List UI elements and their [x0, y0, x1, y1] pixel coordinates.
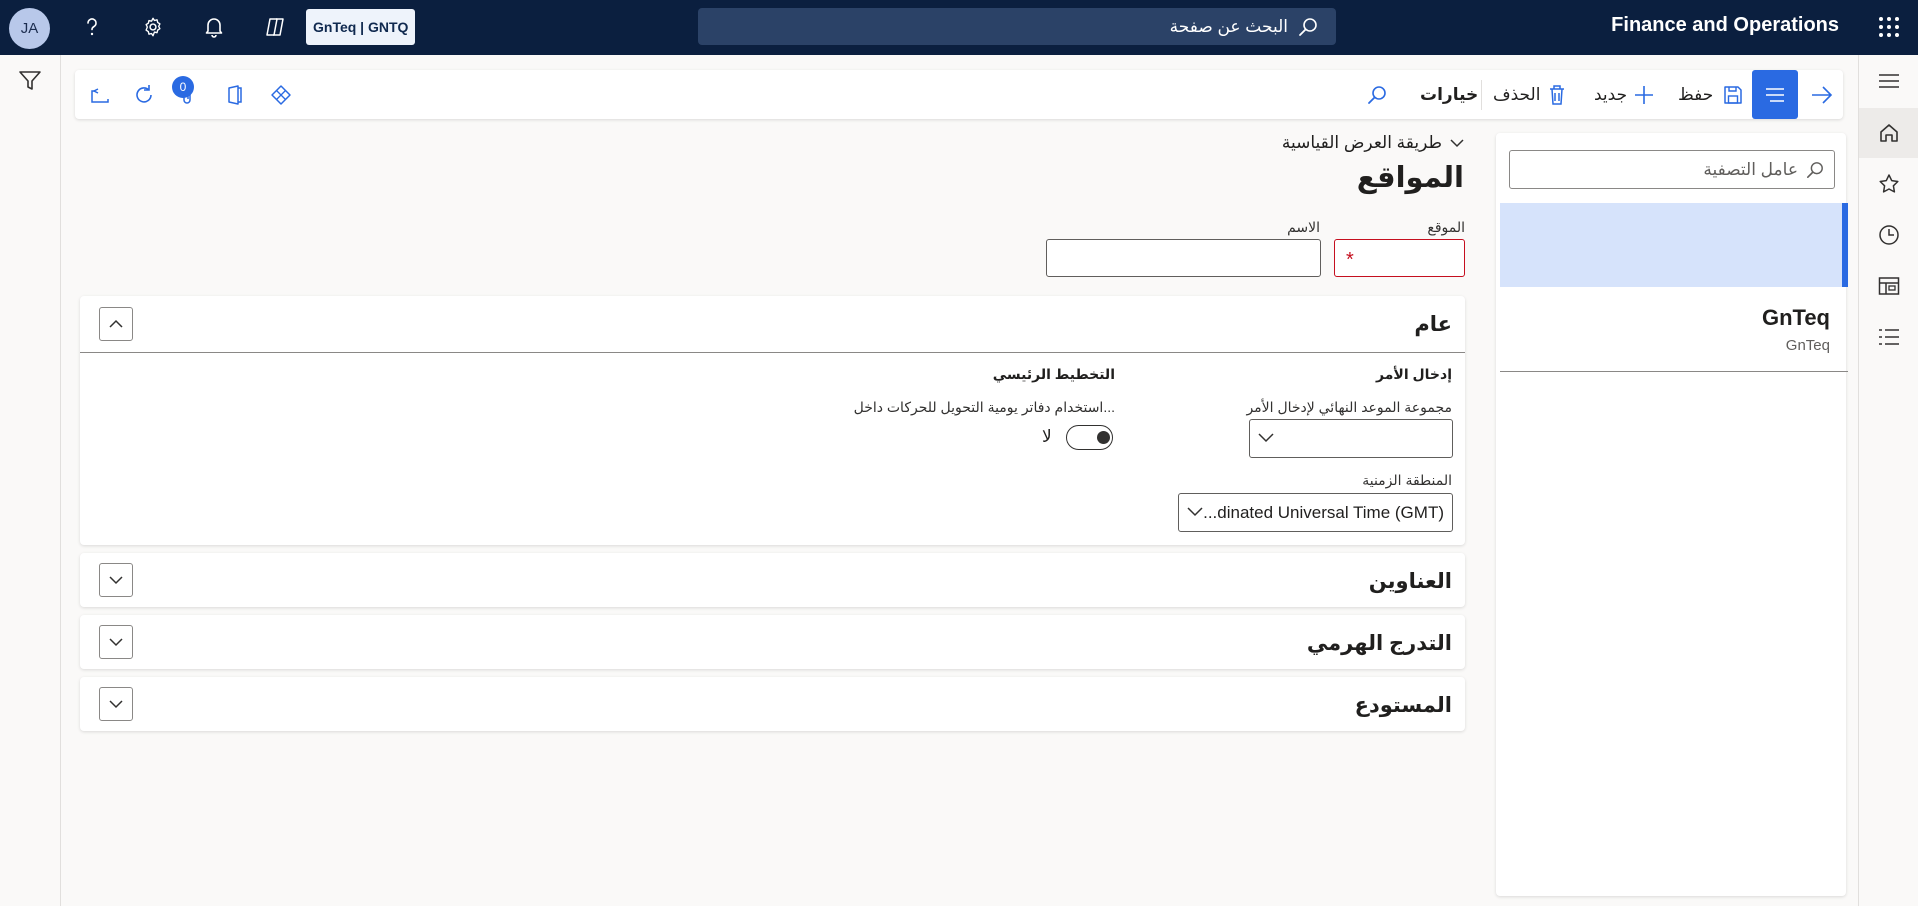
chevron-down-icon: [1187, 507, 1203, 517]
search-icon: [1806, 161, 1823, 178]
expand-warehouse-button[interactable]: [99, 687, 133, 721]
master-planning-heading: التخطيط الرئيسي: [992, 366, 1115, 382]
hierarchy-section-title[interactable]: التدرج الهرمي: [1307, 631, 1452, 656]
top-navigation-bar: JA GnTeq | GNTQ البحث عن صفحة Finance an…: [0, 0, 1918, 55]
list-item-primary: GnTeq: [1761, 305, 1830, 330]
bell-icon[interactable]: [201, 14, 227, 40]
deadline-group-select[interactable]: [1249, 419, 1453, 458]
name-input[interactable]: [1046, 239, 1321, 277]
list-item-secondary: GnTeq: [1785, 337, 1830, 354]
transfer-journals-label: استخدام دفاتر يومية التحويل للحركات داخل…: [853, 399, 1115, 415]
chevron-down-icon: [1450, 139, 1464, 148]
list-item[interactable]: GnTeq GnTeq: [1500, 289, 1848, 372]
chevron-down-icon: [109, 700, 123, 709]
addresses-section-title[interactable]: العناوين: [1369, 569, 1452, 594]
delete-label: الحذف: [1493, 84, 1541, 104]
attachments-count-badge: 0: [172, 76, 194, 98]
site-input[interactable]: *: [1334, 239, 1465, 277]
warehouse-section: المستودع: [80, 677, 1465, 731]
search-icon[interactable]: [1367, 70, 1387, 119]
new-button[interactable]: جديد: [1594, 70, 1655, 119]
order-entry-heading: إدخال الأمر: [1376, 366, 1452, 382]
home-icon[interactable]: [1859, 108, 1918, 158]
chevron-up-icon: [109, 319, 123, 328]
action-separator: [1481, 80, 1482, 110]
plus-icon: [1635, 85, 1654, 104]
record-list-panel: عامل التصفية GnTeq GnTeq: [1496, 133, 1848, 896]
addresses-section: العناوين: [80, 553, 1465, 607]
deadline-group-label: مجموعة الموعد النهائي لإدخال الأمر: [1246, 399, 1452, 415]
save-icon: [1724, 85, 1742, 104]
view-name: طريقة العرض القياسية: [1281, 133, 1442, 152]
name-field-label: الاسم: [1287, 219, 1320, 235]
copilot-icon[interactable]: [262, 14, 288, 40]
search-placeholder: البحث عن صفحة: [1169, 16, 1288, 36]
left-filter-strip: [0, 55, 61, 906]
action-pane: 0 خيارات الحذف جديد حفظ: [75, 70, 1843, 119]
save-label: حفظ: [1678, 84, 1714, 104]
list-icon[interactable]: [1877, 325, 1901, 349]
filter-icon[interactable]: [18, 70, 42, 95]
help-icon[interactable]: [79, 14, 105, 40]
site-field-label: الموقع: [1427, 219, 1465, 235]
delete-button[interactable]: الحذف: [1493, 70, 1566, 119]
back-arrow-icon[interactable]: [1810, 70, 1834, 119]
section-divider: [80, 352, 1465, 353]
general-section-title[interactable]: عام: [1414, 312, 1452, 337]
expand-hierarchy-button[interactable]: [99, 625, 133, 659]
star-icon[interactable]: [1877, 172, 1901, 196]
page-title: المواقع: [1356, 162, 1464, 194]
new-label: جديد: [1594, 84, 1628, 104]
chevron-down-icon: [109, 638, 123, 647]
toggle-knob: [1097, 431, 1110, 444]
transfer-journals-value: لا: [1042, 427, 1052, 446]
view-selector[interactable]: طريقة العرض القياسية: [1282, 133, 1464, 153]
chevron-down-icon: [1258, 433, 1274, 443]
list-item-selected[interactable]: [1500, 203, 1848, 287]
gear-icon[interactable]: [140, 14, 166, 40]
timezone-label: المنطقة الزمنية: [1362, 472, 1452, 488]
required-indicator: *: [1346, 249, 1354, 271]
timezone-value: ...dinated Universal Time (GMT): [1203, 502, 1444, 522]
search-icon: [1299, 17, 1317, 36]
save-button[interactable]: حفظ: [1678, 70, 1743, 119]
menu-lines-icon[interactable]: [1752, 70, 1798, 119]
user-avatar[interactable]: JA: [9, 8, 50, 49]
detach-icon[interactable]: [89, 70, 111, 119]
company-selector[interactable]: GnTeq | GNTQ: [306, 9, 416, 45]
warehouse-section-title[interactable]: المستودع: [1355, 693, 1452, 718]
navigation-pane: [1858, 55, 1918, 906]
hierarchy-section: التدرج الهرمي: [80, 615, 1465, 669]
hamburger-icon[interactable]: [1877, 69, 1901, 93]
chevron-down-icon: [109, 576, 123, 585]
clock-icon[interactable]: [1877, 223, 1901, 247]
refresh-icon[interactable]: [133, 70, 155, 119]
filter-placeholder: عامل التصفية: [1703, 159, 1798, 179]
expand-addresses-button[interactable]: [99, 563, 133, 597]
trash-icon: [1550, 84, 1565, 105]
general-section: عام إدخال الأمر مجموعة الموعد النهائي لإ…: [80, 296, 1465, 545]
collapse-general-button[interactable]: [99, 307, 133, 341]
office-icon[interactable]: [226, 70, 244, 119]
page-search-box[interactable]: البحث عن صفحة: [698, 8, 1336, 45]
power-apps-icon[interactable]: [270, 70, 292, 119]
app-name: Finance and Operations: [1611, 14, 1839, 36]
transfer-journals-toggle[interactable]: [1066, 425, 1113, 450]
options-tab[interactable]: خيارات: [1420, 70, 1478, 119]
list-filter-input[interactable]: عامل التصفية: [1509, 150, 1835, 189]
timezone-select[interactable]: ...dinated Universal Time (GMT): [1178, 493, 1453, 532]
waffle-icon[interactable]: [1878, 16, 1900, 38]
workspace-icon[interactable]: [1877, 274, 1901, 298]
